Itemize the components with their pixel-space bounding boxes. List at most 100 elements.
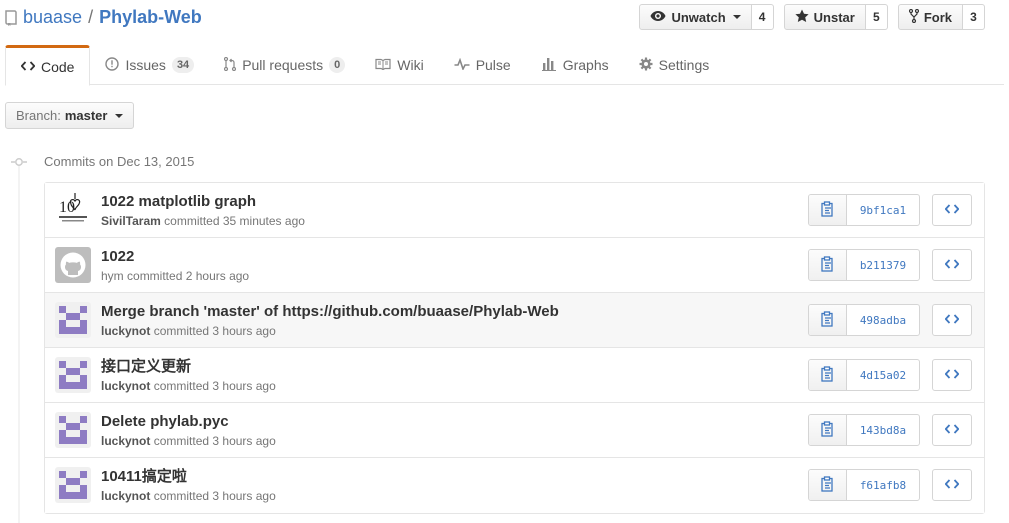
- book-icon: [375, 57, 391, 73]
- copy-sha-button[interactable]: [809, 250, 847, 280]
- code-icon: [944, 367, 960, 383]
- commit-author: hym: [101, 269, 124, 283]
- sha-group: f61afb8: [808, 469, 920, 501]
- commit-message-link[interactable]: 接口定义更新: [101, 358, 191, 376]
- commit-row: 10411搞定啦 luckynot committed 3 hours ago …: [45, 458, 984, 513]
- commit-time: 3 hours ago: [212, 379, 276, 393]
- browse-files-button[interactable]: [932, 249, 972, 281]
- clipboard-icon: [820, 365, 835, 385]
- repo-title: buaase / Phylab-Web: [5, 6, 202, 28]
- browse-files-button[interactable]: [932, 304, 972, 336]
- eye-icon: [650, 10, 666, 25]
- copy-sha-button[interactable]: [809, 470, 847, 500]
- fork-group: Fork 3: [897, 4, 985, 30]
- avatar[interactable]: 10: [55, 192, 91, 228]
- code-icon: [944, 202, 960, 218]
- tab-wiki-label: Wiki: [397, 57, 424, 73]
- code-icon: [944, 312, 960, 328]
- tab-issues-label: Issues: [125, 57, 166, 73]
- commit-row: Delete phylab.pyc luckynot committed 3 h…: [45, 403, 984, 458]
- copy-sha-button[interactable]: [809, 305, 847, 335]
- tab-pulse[interactable]: Pulse: [439, 45, 526, 85]
- avatar[interactable]: [55, 357, 91, 393]
- copy-sha-button[interactable]: [809, 415, 847, 445]
- clipboard-icon: [820, 310, 835, 330]
- watchers-count[interactable]: 4: [751, 4, 774, 30]
- graph-icon: [541, 57, 557, 74]
- browse-files-button[interactable]: [932, 194, 972, 226]
- forks-count[interactable]: 3: [963, 4, 985, 30]
- commit-links: 9bf1ca1: [808, 194, 972, 226]
- code-icon: [20, 59, 36, 75]
- avatar[interactable]: [55, 412, 91, 448]
- tab-graphs[interactable]: Graphs: [526, 45, 624, 85]
- commit-message-link[interactable]: 1022 matplotlib graph: [101, 193, 256, 211]
- avatar[interactable]: [55, 302, 91, 338]
- commit-sha-link[interactable]: 498adba: [847, 305, 919, 335]
- commit-row: 接口定义更新 luckynot committed 3 hours ago 4d…: [45, 348, 984, 403]
- fork-button[interactable]: Fork: [897, 4, 963, 30]
- branch-name: master: [64, 108, 108, 123]
- commit-links: 498adba: [808, 304, 972, 336]
- repo-actions: Unwatch 4 Unstar 5 Fork 3: [639, 4, 985, 30]
- commit-action: committed: [153, 434, 210, 448]
- commit-author-link[interactable]: luckynot: [101, 324, 150, 338]
- commit-sha-link[interactable]: b211379: [847, 250, 919, 280]
- commit-group-title: Commits on Dec 13, 2015: [44, 154, 195, 169]
- unwatch-button[interactable]: Unwatch: [639, 4, 752, 30]
- branch-select-button[interactable]: Branch: master: [5, 102, 135, 129]
- commit-message-link[interactable]: Delete phylab.pyc: [101, 413, 229, 431]
- sha-group: 9bf1ca1: [808, 194, 920, 226]
- tab-code-label: Code: [41, 58, 75, 75]
- commit-message-link[interactable]: 10411搞定啦: [101, 468, 187, 486]
- repo-name-link[interactable]: Phylab-Web: [99, 6, 202, 28]
- clipboard-icon: [820, 200, 835, 220]
- commit-links: 143bd8a: [808, 414, 972, 446]
- pulse-icon: [454, 57, 470, 73]
- copy-sha-button[interactable]: [809, 360, 847, 390]
- branch-prefix: Branch:: [16, 108, 61, 123]
- commit-time: 35 minutes ago: [222, 214, 305, 228]
- commit-message-link[interactable]: Merge branch 'master' of https://github.…: [101, 303, 559, 321]
- tab-settings[interactable]: Settings: [624, 45, 725, 85]
- issue-icon: [105, 56, 120, 74]
- commit-author-link[interactable]: luckynot: [101, 489, 150, 503]
- browse-files-button[interactable]: [932, 469, 972, 501]
- repo-owner-link[interactable]: buaase: [23, 6, 82, 28]
- commit-sha-link[interactable]: f61afb8: [847, 470, 919, 500]
- code-icon: [944, 257, 960, 273]
- sha-group: 498adba: [808, 304, 920, 336]
- commit-message-link[interactable]: 1022: [101, 248, 134, 266]
- unstar-button[interactable]: Unstar: [783, 4, 866, 30]
- commit-author-link[interactable]: luckynot: [101, 379, 150, 393]
- commit-action: committed: [153, 379, 210, 393]
- pull-request-icon: [224, 56, 237, 74]
- avatar[interactable]: [55, 467, 91, 503]
- chevron-down-icon: [115, 113, 124, 118]
- repo-path-separator: /: [88, 7, 94, 27]
- commit-sha-link[interactable]: 143bd8a: [847, 415, 919, 445]
- copy-sha-button[interactable]: [809, 195, 847, 225]
- commit-node-icon: [11, 157, 27, 167]
- tab-code[interactable]: Code: [5, 45, 91, 86]
- commit-sha-link[interactable]: 4d15a02: [847, 360, 919, 390]
- tab-pull-requests-label: Pull requests: [242, 57, 324, 73]
- commit-meta: luckynot committed 3 hours ago: [101, 434, 276, 449]
- avatar[interactable]: [55, 247, 91, 283]
- tab-settings-label: Settings: [658, 57, 710, 73]
- chevron-down-icon: [732, 15, 741, 19]
- commit-author-link[interactable]: SivilTaram: [101, 214, 161, 228]
- tab-issues[interactable]: Issues 34: [90, 45, 209, 85]
- browse-files-button[interactable]: [932, 414, 972, 446]
- commit-sha-link[interactable]: 9bf1ca1: [847, 195, 919, 225]
- commit-time: 3 hours ago: [212, 324, 276, 338]
- tab-pull-requests[interactable]: Pull requests 0: [209, 45, 360, 85]
- commit-author-link[interactable]: luckynot: [101, 434, 150, 448]
- commit-row: 10 1022 matplotlib graph SivilTaram comm…: [45, 183, 984, 238]
- browse-files-button[interactable]: [932, 359, 972, 391]
- stargazers-count[interactable]: 5: [865, 4, 888, 30]
- commit-meta: luckynot committed 3 hours ago: [101, 489, 276, 504]
- tab-wiki[interactable]: Wiki: [360, 45, 438, 85]
- code-icon: [944, 477, 960, 493]
- clipboard-icon: [820, 420, 835, 440]
